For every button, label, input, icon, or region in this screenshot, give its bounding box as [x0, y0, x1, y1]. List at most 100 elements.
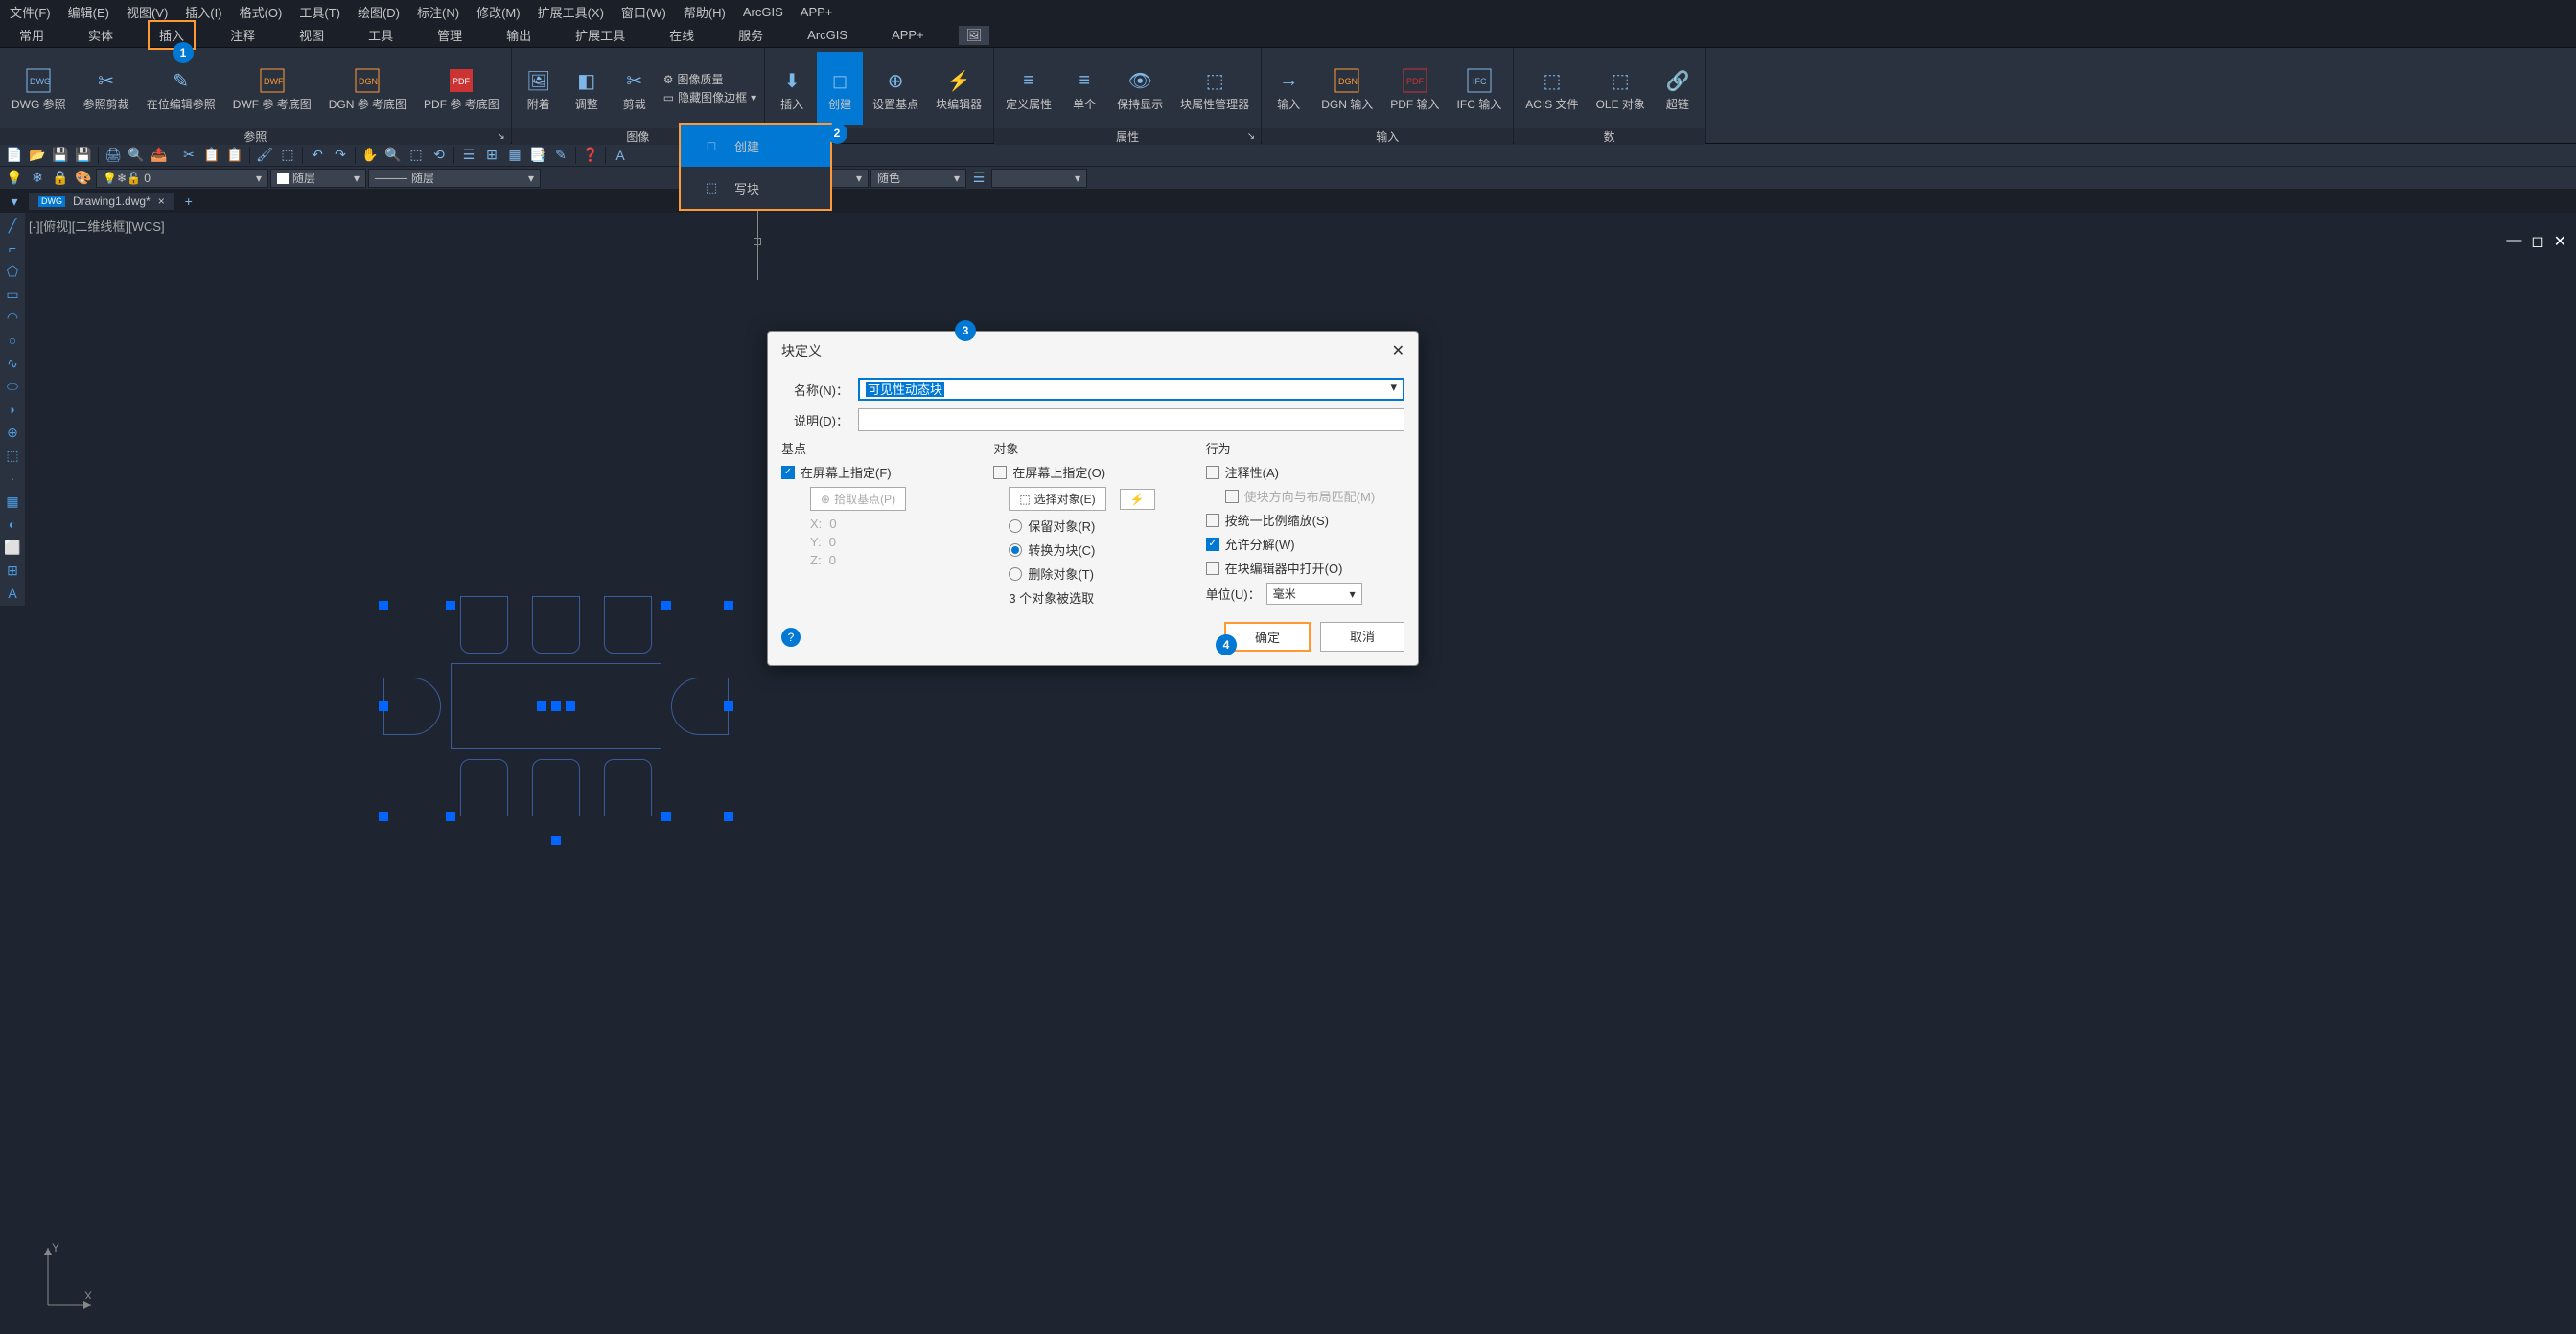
convert-radio[interactable] [1009, 543, 1022, 557]
layer-mgr-icon[interactable]: 💡 [4, 169, 25, 188]
btn-clip-image[interactable]: ✂剪裁 [612, 52, 658, 125]
tab-view[interactable]: 视图 [290, 22, 334, 48]
btn-insert-block[interactable]: ⬇插入 [769, 52, 815, 125]
layer-combo[interactable]: 💡❄🔓 0▾ [96, 169, 268, 188]
btn-create-block[interactable]: ◻创建 [817, 52, 863, 125]
zoom-icon[interactable]: 🔍 [383, 146, 404, 165]
retain-radio[interactable] [1009, 519, 1022, 533]
btn-ole[interactable]: ⬚OLE 对象 [1589, 52, 1653, 125]
circle-icon[interactable]: ○ [2, 330, 23, 351]
paste-icon[interactable]: 📋 [224, 146, 245, 165]
btn-hide-frame[interactable]: ▭隐藏图像边框▾ [663, 89, 756, 105]
btn-dwg-ref[interactable]: DWGDWG 参照 [4, 52, 74, 125]
tab-ext-tools[interactable]: 扩展工具 [566, 22, 635, 48]
dropdown-create[interactable]: ◻ 创建 [681, 125, 830, 167]
tab-annotate[interactable]: 注释 [220, 22, 265, 48]
btn-single-attr[interactable]: ≡单个 [1061, 52, 1107, 125]
menu-file[interactable]: 文件(F) [10, 3, 51, 21]
tab-solid[interactable]: 实体 [79, 22, 123, 48]
menu-edit[interactable]: 编辑(E) [68, 3, 109, 21]
tab-service[interactable]: 服务 [729, 22, 773, 48]
btn-ifc-import[interactable]: IFCIFC 输入 [1450, 52, 1510, 125]
menu-modify[interactable]: 修改(M) [476, 3, 521, 21]
line-icon[interactable]: ╱ [2, 215, 23, 236]
ok-button[interactable]: 确定 [1224, 622, 1311, 652]
btn-block-attr-mgr[interactable]: ⬚块属性管理器 [1172, 52, 1257, 125]
point-icon[interactable]: · [2, 468, 23, 489]
minimize-icon[interactable]: — [2506, 232, 2521, 251]
maximize-icon[interactable]: ◻ [2531, 232, 2543, 251]
close-icon[interactable]: ✕ [2554, 232, 2566, 251]
btn-block-editor[interactable]: ⚡块编辑器 [928, 52, 989, 125]
btn-dgn-ref[interactable]: DGNDGN 参 考底图 [321, 52, 414, 125]
tab-dropdown-icon[interactable]: ▾ [4, 192, 25, 211]
table-icon[interactable]: ⊞ [2, 560, 23, 581]
save-icon[interactable]: 💾 [50, 146, 71, 165]
tab-online[interactable]: 在线 [660, 22, 704, 48]
btn-keep-display[interactable]: 👁保持显示 [1109, 52, 1171, 125]
btn-image-quality[interactable]: ⚙图像质量 [663, 71, 756, 87]
color-combo[interactable]: 随层▾ [270, 169, 366, 188]
uniform-scale-checkbox[interactable] [1206, 514, 1219, 527]
menu-view[interactable]: 视图(V) [127, 3, 168, 21]
spline-icon[interactable]: ∿ [2, 353, 23, 374]
menu-arcgis[interactable]: ArcGIS [743, 5, 783, 19]
x-input[interactable] [829, 517, 887, 531]
rectangle-icon[interactable]: ▭ [2, 284, 23, 305]
layer-state-icon[interactable]: ❄ [27, 169, 48, 188]
block-name-input[interactable]: 可见性动态块 ▾ [858, 378, 1404, 401]
menu-extensions[interactable]: 扩展工具(X) [538, 3, 604, 21]
dropdown-icon[interactable]: ▾ [1390, 380, 1397, 395]
pick-basepoint-button[interactable]: ⊕拾取基点(P) [810, 487, 906, 511]
copy-icon[interactable]: 📋 [201, 146, 222, 165]
layer-color-icon[interactable]: 🎨 [73, 169, 94, 188]
specify-onscreen-checkbox[interactable]: ✓ [781, 466, 795, 479]
layer-lock-icon[interactable]: 🔒 [50, 169, 71, 188]
viewport-label[interactable]: [-][俯视][二维线框][WCS] [29, 217, 165, 235]
tab-image-icon[interactable]: 🖼 [959, 26, 990, 45]
help-button[interactable]: ? [781, 628, 801, 647]
make-block-icon[interactable]: ⬚ [2, 445, 23, 466]
btn-set-basepoint[interactable]: ⊕设置基点 [865, 52, 926, 125]
unit-select[interactable]: 毫米▾ [1266, 583, 1362, 605]
sheet-icon[interactable]: 📑 [527, 146, 548, 165]
objects-specify-checkbox[interactable] [993, 466, 1007, 479]
btn-import[interactable]: →输入 [1265, 52, 1311, 125]
tab-output[interactable]: 输出 [497, 22, 541, 48]
tab-manage[interactable]: 管理 [428, 22, 472, 48]
ellipse-arc-icon[interactable]: ◗ [2, 399, 23, 420]
plotstyle-combo[interactable]: 随色▾ [870, 169, 966, 188]
linetype-combo[interactable]: ────随层▾ [368, 169, 541, 188]
btn-ref-clip[interactable]: ✂参照剪裁 [76, 52, 137, 125]
doc-tab-drawing1[interactable]: DWG Drawing1.dwg* × [29, 193, 174, 210]
allow-explode-checkbox[interactable]: ✓ [1206, 538, 1219, 551]
tab-common[interactable]: 常用 [10, 22, 54, 48]
block-icon[interactable]: ⬚ [277, 146, 298, 165]
list-icon[interactable]: ☰ [968, 169, 989, 188]
btn-dgn-import[interactable]: DGNDGN 输入 [1313, 52, 1381, 125]
btn-define-attr[interactable]: ≡定义属性 [998, 52, 1059, 125]
polygon-icon[interactable]: ⬠ [2, 261, 23, 282]
dropdown-wblock[interactable]: ⬚ 写块 [681, 167, 830, 209]
gradient-icon[interactable]: ◐ [2, 514, 23, 535]
btn-pdf-ref[interactable]: PDFPDF 参 考底图 [416, 52, 507, 125]
menu-tools[interactable]: 工具(T) [299, 3, 340, 21]
publish-icon[interactable]: 📤 [149, 146, 170, 165]
new-icon[interactable]: 📄 [4, 146, 25, 165]
add-tab-icon[interactable]: + [178, 192, 199, 211]
menu-help[interactable]: 帮助(H) [684, 3, 726, 21]
ellipse-icon[interactable]: ⬭ [2, 376, 23, 397]
mtext-icon[interactable]: A [2, 583, 23, 604]
menu-draw[interactable]: 绘图(D) [358, 3, 400, 21]
btn-acis[interactable]: ⬚ACIS 文件 [1518, 52, 1586, 125]
insert-block-icon[interactable]: ⊕ [2, 422, 23, 443]
design-center-icon[interactable]: ⊞ [481, 146, 502, 165]
preview-icon[interactable]: 🔍 [126, 146, 147, 165]
text-icon[interactable]: A [610, 146, 631, 165]
tab-app[interactable]: APP+ [882, 24, 934, 46]
dialog-close-icon[interactable]: ✕ [1392, 341, 1404, 360]
menu-insert[interactable]: 插入(I) [185, 3, 221, 21]
help-icon[interactable]: ❓ [580, 146, 601, 165]
btn-hyperlink[interactable]: 🔗超链 [1655, 52, 1701, 125]
plot-icon[interactable]: 🖨 [103, 146, 124, 165]
